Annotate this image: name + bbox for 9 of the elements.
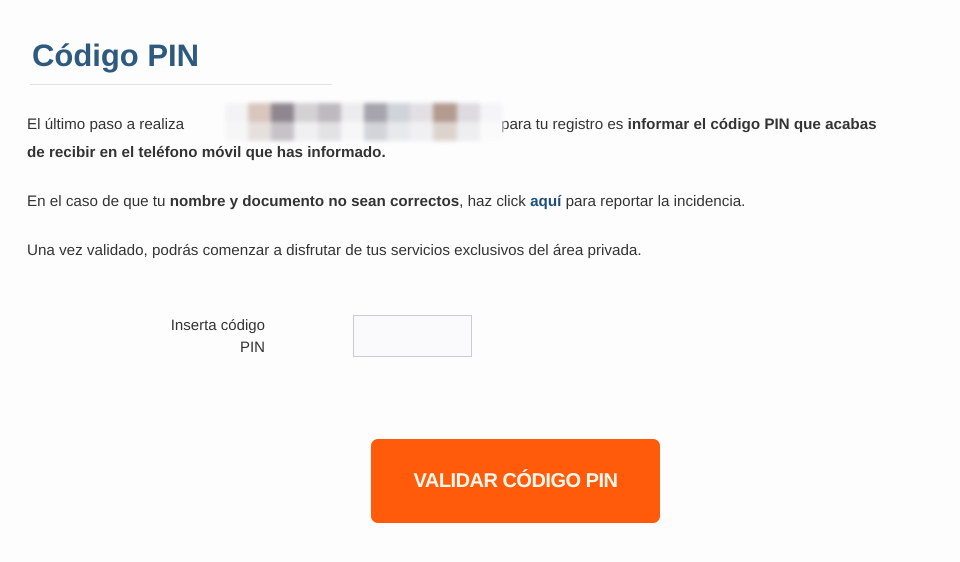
pin-label: Inserta código PIN xyxy=(170,316,265,358)
paragraph-text: de recibir en el teléfono móvil que has informado. xyxy=(27,143,386,163)
pin-input[interactable] xyxy=(353,315,472,357)
paragraph-text: El último paso a realiza xyxy=(27,115,186,135)
paragraph-text: para tu registro es informar el código PIN que acabas xyxy=(501,115,877,135)
paragraph-text: En el caso de que tu nombre y documento no sean correctos, haz click aquí para reportar la incidencia. xyxy=(27,192,746,212)
page-title: Código PIN xyxy=(30,38,332,85)
paragraph-text: Una vez validado, podrás comenzar a disfrutar de tus servicios exclusivos del área privada. xyxy=(27,241,643,261)
report-link[interactable]: aquí xyxy=(530,193,562,210)
